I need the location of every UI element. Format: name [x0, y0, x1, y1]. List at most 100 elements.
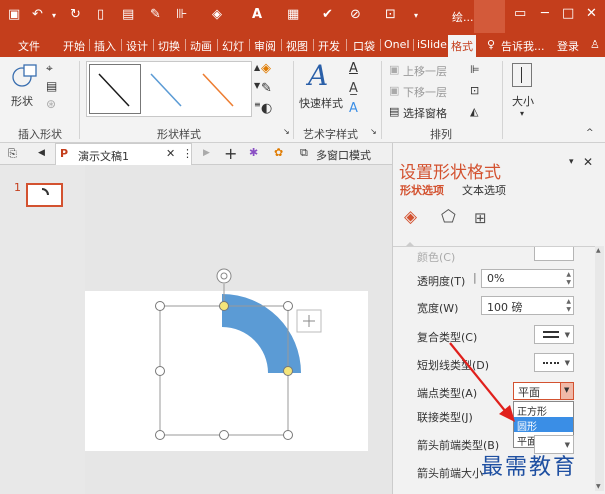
rotate-icon[interactable]: ◭: [470, 105, 478, 118]
size-button[interactable]: 大小: [512, 93, 534, 109]
tab-file[interactable]: 文件: [18, 38, 40, 54]
text-fill-icon[interactable]: A: [349, 61, 358, 76]
cap-type-chevron-icon[interactable]: ▼: [560, 383, 573, 399]
color-picker-partial[interactable]: [534, 247, 574, 261]
cap-option-round[interactable]: 圆形: [514, 417, 573, 433]
tab-transitions[interactable]: 切换: [158, 38, 180, 54]
resize-handle[interactable]: [219, 430, 229, 440]
ribbon-display-icon[interactable]: ▭: [514, 6, 526, 21]
selection-pane-button[interactable]: 选择窗格: [403, 105, 447, 121]
collapse-ribbon-icon[interactable]: ^: [586, 128, 594, 138]
resize-handle[interactable]: [155, 366, 165, 376]
multi-window-button[interactable]: 多窗口模式: [316, 147, 371, 163]
redo-icon[interactable]: ↻: [70, 7, 81, 22]
quick-styles-button[interactable]: 快速样式: [299, 95, 343, 111]
shapes-button-label[interactable]: 形状: [11, 93, 33, 109]
document-tab[interactable]: P 演示文稿1 ✕ ⋮: [55, 143, 193, 165]
save-icon[interactable]: ▣: [8, 7, 20, 22]
shape-effects-icon[interactable]: ◐: [261, 101, 272, 116]
maximize-icon[interactable]: □: [562, 6, 574, 21]
tab-view[interactable]: 视图: [286, 38, 308, 54]
resize-handle[interactable]: [155, 430, 165, 440]
customize-icon[interactable]: ⊡: [385, 7, 396, 22]
tab-design[interactable]: 设计: [126, 38, 148, 54]
close-tab-icon[interactable]: ✕: [166, 147, 175, 160]
tab-scroll-left-icon[interactable]: ◀: [38, 148, 45, 158]
new-tab-icon[interactable]: +: [224, 144, 237, 163]
dash-type-dropdown[interactable]: ▼: [534, 353, 574, 372]
text-box-icon[interactable]: ▤: [46, 79, 57, 93]
fill-icon[interactable]: ◈: [212, 7, 222, 22]
merge-shapes-icon[interactable]: ⊛: [46, 97, 56, 111]
fill-line-icon[interactable]: ◈: [404, 207, 417, 227]
slides-icon[interactable]: ▤: [122, 7, 134, 22]
align-icon[interactable]: ⊫: [470, 63, 480, 76]
compound-type-dropdown[interactable]: ▼: [534, 325, 574, 344]
new-icon[interactable]: ▯: [97, 7, 104, 22]
tell-me-search[interactable]: 告诉我...: [501, 38, 545, 54]
tab-text-options[interactable]: 文本选项: [462, 182, 506, 198]
adjust-handle[interactable]: [283, 366, 293, 376]
adjust-handle[interactable]: [219, 301, 229, 311]
undo-dropdown-icon[interactable]: ▾: [52, 11, 56, 20]
cap-type-select[interactable]: 平面 ▼: [513, 382, 574, 400]
quick-styles-icon[interactable]: A: [308, 59, 328, 92]
scroll-up-icon[interactable]: ▲: [596, 247, 601, 254]
tab-onei[interactable]: OneI: [384, 38, 410, 51]
tab-menu-icon[interactable]: ⋮: [182, 147, 193, 160]
tab-islide[interactable]: iSlide: [417, 38, 447, 51]
paste-icon[interactable]: ▦: [287, 7, 299, 22]
resize-handle[interactable]: [283, 430, 293, 440]
brush-icon[interactable]: ✔: [322, 7, 333, 22]
bring-forward-icon[interactable]: ▣: [389, 63, 399, 76]
more-icon[interactable]: ▾: [414, 11, 418, 20]
tab-home[interactable]: 开始: [63, 38, 85, 54]
resize-handle[interactable]: [155, 301, 165, 311]
send-backward-icon[interactable]: ▣: [389, 84, 399, 97]
spin-up-icon[interactable]: ▲: [566, 298, 571, 305]
scroll-down-icon[interactable]: ▼: [596, 483, 601, 490]
tab-format[interactable]: 格式: [448, 35, 476, 57]
font-color-icon[interactable]: A: [252, 7, 262, 22]
size-properties-icon[interactable]: ⊞: [474, 209, 487, 227]
close-icon[interactable]: ✕: [586, 6, 597, 21]
pane-options-icon[interactable]: ▾: [569, 157, 574, 167]
login-button[interactable]: 登录: [557, 38, 579, 54]
shape-styles-gallery[interactable]: [86, 61, 252, 117]
tab-scroll-right-icon[interactable]: ▶: [203, 148, 210, 158]
tab-insert[interactable]: 插入: [94, 38, 116, 54]
text-effects-icon[interactable]: A: [349, 101, 358, 116]
shapes-icon[interactable]: [10, 63, 38, 89]
slides-toggle-icon[interactable]: ⎘: [8, 147, 17, 161]
dialog-launcher-icon[interactable]: ↘: [370, 127, 377, 136]
resize-handle[interactable]: [283, 301, 293, 311]
minimize-icon[interactable]: ─: [541, 6, 549, 21]
bring-forward-button[interactable]: 上移一层: [403, 63, 447, 79]
shape-outline-icon[interactable]: ✎: [261, 81, 272, 96]
slide-thumbnail[interactable]: [26, 183, 63, 207]
shape-fill-icon[interactable]: ◈: [261, 61, 271, 76]
share-icon[interactable]: ♙: [590, 38, 600, 51]
size-icon[interactable]: [512, 63, 532, 87]
tab-developer[interactable]: 开发: [318, 38, 340, 54]
gallery-down-icon[interactable]: ▼: [254, 81, 260, 90]
clear-icon[interactable]: ⊘: [350, 7, 361, 22]
dialog-launcher-icon[interactable]: ↘: [283, 127, 290, 136]
width-input[interactable]: 100 磅 ▲ ▼: [481, 296, 574, 315]
pin-icon[interactable]: ✱: [249, 146, 258, 159]
rotate-handle-icon[interactable]: [216, 268, 232, 284]
pane-close-icon[interactable]: ✕: [583, 155, 593, 169]
spin-down-icon[interactable]: ▼: [566, 279, 571, 286]
settings-icon[interactable]: ✿: [274, 146, 283, 159]
format-painter-icon[interactable]: ⊪: [176, 7, 187, 22]
tab-review[interactable]: 审阅: [254, 38, 276, 54]
cap-option-square[interactable]: 正方形: [514, 402, 573, 418]
send-backward-button[interactable]: 下移一层: [403, 84, 447, 100]
style-orange-line[interactable]: [202, 73, 234, 107]
edit-shape-icon[interactable]: ⌖: [46, 61, 53, 76]
text-outline-icon[interactable]: A̲: [349, 81, 358, 96]
undo-icon[interactable]: ↶: [32, 7, 43, 22]
group-icon[interactable]: ⊡: [470, 84, 479, 97]
tab-slideshow[interactable]: 幻灯: [222, 38, 244, 54]
tab-animations[interactable]: 动画: [190, 38, 212, 54]
